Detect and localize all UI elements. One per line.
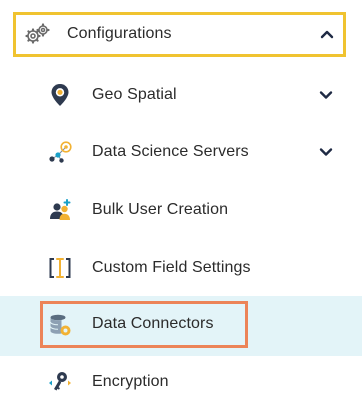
menu-item-geo-spatial[interactable]: Geo Spatial	[0, 70, 362, 120]
text-cursor-brackets-icon	[48, 256, 72, 280]
database-gear-icon	[48, 313, 72, 337]
menu-item-bulk-user-creation[interactable]: Bulk User Creation	[0, 186, 362, 236]
menu-item-encryption[interactable]: Encryption	[0, 358, 362, 406]
gears-icon	[25, 22, 51, 46]
configurations-highlight-box	[13, 12, 346, 57]
menu-item-label: Geo Spatial	[92, 86, 177, 103]
menu-item-label: Data Connectors	[92, 315, 214, 332]
chevron-up-icon[interactable]	[319, 26, 335, 42]
network-nodes-icon	[48, 140, 72, 164]
configurations-menu-header[interactable]: Configurations	[0, 0, 362, 70]
menu-item-label: Custom Field Settings	[92, 259, 251, 276]
chevron-down-icon[interactable]	[318, 144, 334, 160]
configurations-menu: Configurations Geo Spatial Data Science …	[0, 0, 362, 406]
menu-item-label: Encryption	[92, 373, 169, 390]
menu-item-data-connectors[interactable]: Data Connectors	[0, 296, 362, 356]
chevron-down-icon[interactable]	[318, 87, 334, 103]
menu-item-custom-field-settings[interactable]: Custom Field Settings	[0, 244, 362, 294]
users-add-icon	[48, 198, 72, 222]
menu-item-data-science-servers[interactable]: Data Science Servers	[0, 128, 362, 178]
map-pin-icon	[48, 83, 72, 107]
configurations-label: Configurations	[67, 25, 172, 42]
menu-item-label: Bulk User Creation	[92, 201, 229, 218]
key-arrows-icon	[48, 370, 72, 394]
menu-item-label: Data Science Servers	[92, 143, 249, 160]
